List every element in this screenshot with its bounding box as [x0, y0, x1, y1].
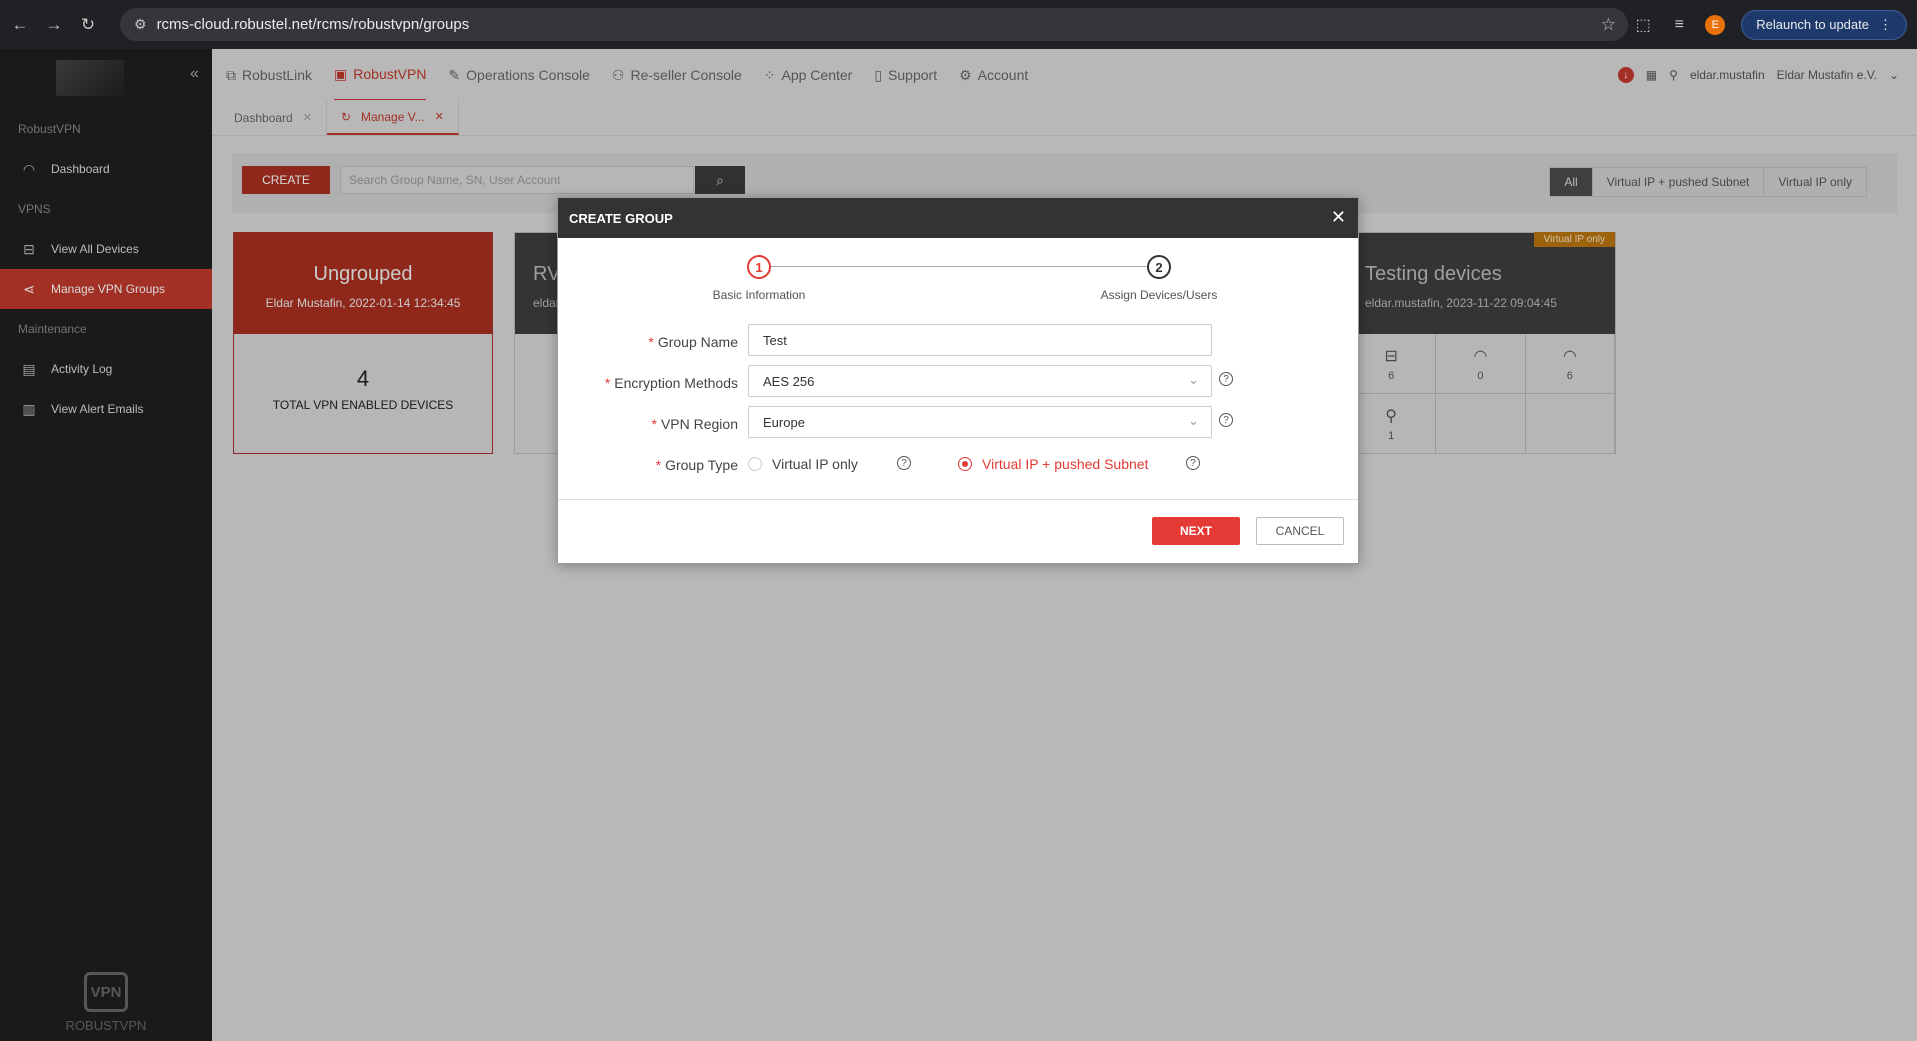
dialog-footer: NEXT CANCEL: [558, 499, 1358, 563]
close-icon[interactable]: ✕: [1331, 207, 1346, 228]
encryption-label: * Encryption Methods: [605, 375, 738, 391]
site-info-icon[interactable]: ⚙: [134, 16, 147, 33]
required-marker: *: [651, 416, 657, 432]
help-icon[interactable]: ?: [897, 456, 911, 470]
help-icon[interactable]: ?: [1219, 413, 1233, 427]
dialog-header: CREATE GROUP ✕: [558, 198, 1358, 238]
step-1-label: Basic Information: [712, 288, 806, 302]
group-type-row: * Group Type Virtual IP only ? Virtual IP…: [558, 447, 1358, 488]
vpn-region-label: * VPN Region: [652, 416, 739, 432]
radio-virtual-ip-only[interactable]: Virtual IP only: [748, 456, 858, 472]
help-icon[interactable]: ?: [1186, 456, 1200, 470]
select-value: AES 256: [763, 373, 815, 389]
next-button[interactable]: NEXT: [1152, 517, 1240, 545]
step-2-indicator: 2: [1147, 255, 1171, 279]
browser-toolbar: ← → ↻ ⚙ rcms-cloud.robustel.net/rcms/rob…: [0, 0, 1917, 49]
radio-circle[interactable]: [958, 457, 972, 471]
required-marker: *: [604, 375, 611, 391]
label-text: VPN Region: [660, 416, 738, 432]
cancel-button[interactable]: CANCEL: [1256, 517, 1344, 545]
radio-circle[interactable]: [748, 457, 762, 471]
group-name-input[interactable]: Test: [748, 324, 1212, 356]
create-group-dialog: CREATE GROUP ✕ 1 2 Basic Information Ass…: [557, 197, 1359, 564]
encryption-select[interactable]: AES 256 ⌄: [748, 365, 1212, 397]
forward-icon[interactable]: →: [40, 11, 68, 39]
radio-label: Virtual IP only: [772, 456, 858, 472]
group-name-label: * Group Name: [648, 334, 738, 350]
required-marker: *: [648, 334, 654, 350]
chevron-down-icon: ⌄: [1188, 413, 1199, 428]
label-text: Group Type: [665, 457, 738, 473]
step-connector: [769, 266, 1148, 267]
step-1-indicator: 1: [747, 255, 771, 279]
vpn-region-row: * VPN Region Europe ⌄ ?: [558, 406, 1358, 447]
wizard-steps: 1 2 Basic Information Assign Devices/Use…: [558, 238, 1358, 310]
select-value: Europe: [763, 414, 805, 430]
relaunch-button[interactable]: Relaunch to update ⋮: [1741, 9, 1907, 40]
group-type-label: * Group Type: [656, 457, 738, 473]
dialog-title: CREATE GROUP: [569, 210, 673, 226]
relaunch-label: Relaunch to update: [1756, 17, 1869, 32]
reload-icon[interactable]: ↻: [74, 11, 102, 39]
radio-virtual-ip-pushed-subnet[interactable]: Virtual IP + pushed Subnet: [958, 456, 1148, 472]
address-bar[interactable]: ⚙ rcms-cloud.robustel.net/rcms/robustvpn…: [120, 8, 1628, 41]
browser-actions: ⬚ ≡ E Relaunch to update ⋮: [1633, 9, 1907, 40]
back-icon[interactable]: ←: [6, 11, 34, 39]
help-icon[interactable]: ?: [1219, 372, 1233, 386]
media-control-icon[interactable]: ≡: [1669, 16, 1689, 34]
required-marker: *: [655, 457, 662, 473]
group-name-row: * Group Name Test: [558, 324, 1358, 365]
label-text: Encryption Methods: [614, 375, 738, 391]
extensions-icon[interactable]: ⬚: [1633, 15, 1653, 35]
encryption-row: * Encryption Methods AES 256 ⌄ ?: [558, 365, 1358, 406]
step-2-label: Assign Devices/Users: [1100, 288, 1218, 302]
vpn-region-select[interactable]: Europe ⌄: [748, 406, 1212, 438]
radio-label: Virtual IP + pushed Subnet: [982, 456, 1149, 472]
profile-avatar[interactable]: E: [1705, 14, 1726, 35]
url-text: rcms-cloud.robustel.net/rcms/robustvpn/g…: [156, 16, 470, 33]
chevron-down-icon: ⌄: [1188, 372, 1199, 387]
label-text: Group Name: [657, 334, 738, 350]
bookmark-star-icon[interactable]: ☆: [1601, 15, 1616, 35]
more-vert-icon[interactable]: ⋮: [1879, 17, 1892, 33]
